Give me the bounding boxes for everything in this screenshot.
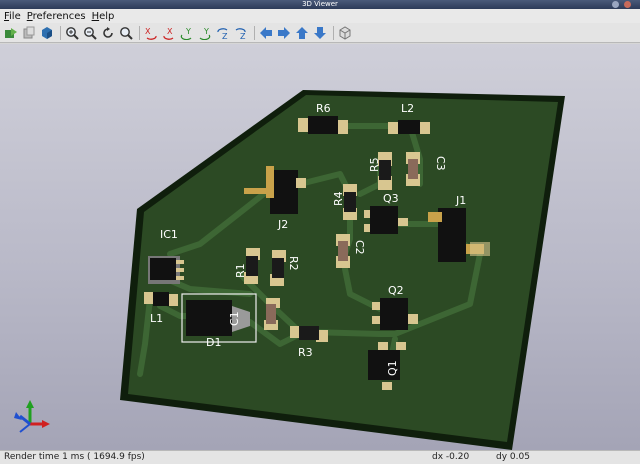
rotate-x-cw-button[interactable]: X — [143, 25, 159, 41]
label-c2: C2 — [353, 240, 366, 255]
render-icon — [42, 26, 52, 39]
svg-text:X: X — [167, 27, 173, 36]
copy-icon — [23, 26, 35, 38]
zoom-fit-icon — [120, 26, 133, 40]
label-ic1: IC1 — [160, 228, 178, 241]
ortho-button[interactable] — [337, 25, 353, 41]
menu-file[interactable]: File — [4, 11, 21, 22]
dy-readout: dy 0.05 — [496, 452, 530, 462]
zoom-in-button[interactable] — [64, 25, 80, 41]
label-q2: Q2 — [388, 284, 404, 297]
rotate-y-cw-button[interactable]: Y — [179, 25, 195, 41]
label-r2: R2 — [287, 256, 300, 271]
rotate-z-cw-button[interactable]: Z — [215, 25, 231, 41]
label-r5: R5 — [368, 157, 381, 172]
label-r1: R1 — [234, 263, 247, 278]
label-c3: C3 — [434, 156, 447, 171]
toolbar: X X Y Y Z Z — [0, 23, 640, 43]
pan-down-button[interactable] — [312, 25, 328, 41]
rotate-z-cw-icon: Z — [217, 27, 228, 40]
label-q1: Q1 — [386, 360, 399, 376]
svg-text:Y: Y — [203, 27, 209, 36]
reload-button[interactable] — [3, 25, 19, 41]
minimize-button[interactable] — [612, 1, 619, 8]
label-l1: L1 — [150, 312, 163, 325]
rotate-y-ccw-button[interactable]: Y — [197, 25, 213, 41]
rotate-z-ccw-button[interactable]: Z — [233, 25, 249, 41]
reload-icon — [5, 27, 17, 38]
pan-right-button[interactable] — [276, 25, 292, 41]
label-r3: R3 — [298, 346, 313, 359]
svg-text:Z: Z — [240, 32, 246, 40]
ortho-icon — [339, 25, 351, 40]
pan-up-button[interactable] — [294, 25, 310, 41]
zoom-fit-button[interactable] — [118, 25, 134, 41]
label-r6: R6 — [316, 102, 331, 115]
pan-up-icon — [296, 26, 308, 39]
rotate-x-cw-icon: X — [145, 27, 157, 40]
pan-down-icon — [314, 26, 326, 39]
rotate-x-ccw-icon: X — [163, 27, 174, 40]
pcb-board-render: R6 L2 R5 C3 R4 Q3 J1 J2 C2 IC1 R1 R2 L1 … — [14, 90, 565, 450]
title-bar: 3D Viewer — [0, 0, 640, 9]
label-j2: J2 — [277, 218, 288, 231]
axis-gizmo — [14, 400, 50, 433]
label-r4: R4 — [332, 191, 345, 206]
label-d1: D1 — [206, 336, 221, 349]
menu-help[interactable]: Help — [92, 11, 115, 22]
svg-text:Z: Z — [222, 32, 228, 40]
render-time-text: Render time 1 ms ( 1694.9 fps) — [4, 452, 145, 462]
rotate-z-ccw-icon: Z — [235, 27, 246, 40]
close-button[interactable] — [624, 1, 631, 8]
dx-readout: dx -0.20 — [432, 452, 470, 462]
render-button[interactable] — [39, 25, 55, 41]
zoom-out-button[interactable] — [82, 25, 98, 41]
svg-text:X: X — [145, 27, 151, 36]
label-c1: C1 — [228, 311, 241, 326]
label-j1: J1 — [455, 194, 466, 207]
window-title: 3D Viewer — [302, 0, 338, 8]
pan-right-icon — [278, 26, 290, 39]
menu-bar: File Preferences Help — [0, 9, 640, 23]
3d-viewport[interactable]: R6 L2 R5 C3 R4 Q3 J1 J2 C2 IC1 R1 R2 L1 … — [0, 44, 640, 450]
rotate-y-cw-icon: Y — [180, 27, 192, 40]
copy-button[interactable] — [21, 25, 37, 41]
status-bar: Render time 1 ms ( 1694.9 fps) dx -0.20 … — [0, 450, 640, 464]
pan-left-button[interactable] — [258, 25, 274, 41]
redraw-icon — [103, 26, 113, 38]
label-l2: L2 — [401, 102, 414, 115]
label-q3: Q3 — [383, 192, 399, 205]
pan-left-icon — [260, 26, 272, 39]
zoom-out-icon — [84, 26, 97, 40]
rotate-y-ccw-icon: Y — [199, 27, 211, 40]
rotate-x-ccw-button[interactable]: X — [161, 25, 177, 41]
zoom-in-icon — [66, 26, 79, 40]
svg-text:Y: Y — [185, 27, 191, 36]
menu-preferences[interactable]: Preferences — [27, 11, 86, 22]
redraw-button[interactable] — [100, 25, 116, 41]
